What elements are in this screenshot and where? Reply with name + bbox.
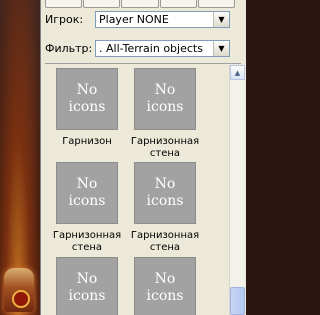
placeholder-text: No bbox=[154, 82, 176, 98]
object-thumbnail: No icons bbox=[56, 257, 118, 315]
divider bbox=[45, 63, 241, 64]
object-thumbnail: No icons bbox=[56, 68, 118, 130]
character-sprite bbox=[4, 268, 34, 312]
object-caption: Гарнизон bbox=[62, 136, 112, 147]
player-select[interactable]: Player NONE ▼ bbox=[95, 10, 230, 28]
tab-strip bbox=[45, 0, 236, 8]
object-caption: Гарнизонная стена bbox=[130, 230, 200, 253]
tab[interactable] bbox=[121, 0, 159, 8]
tab[interactable] bbox=[45, 0, 83, 8]
player-row: Игрок: Player NONE ▼ bbox=[45, 9, 230, 29]
tab[interactable] bbox=[159, 0, 197, 8]
vertical-scrollbar[interactable]: ▲ bbox=[229, 65, 245, 315]
object-palette-panel: Игрок: Player NONE ▼ Фильтр: . All-Terra… bbox=[40, 0, 246, 315]
object-tile[interactable]: No icons Гарнизонная стена bbox=[130, 68, 200, 160]
filter-select-value: . All-Terrain objects bbox=[99, 41, 203, 55]
object-tile[interactable]: No icons bbox=[52, 257, 122, 315]
placeholder-text: icons bbox=[146, 288, 184, 304]
object-tile[interactable]: No icons Гарнизон bbox=[52, 68, 122, 148]
placeholder-text: icons bbox=[68, 288, 106, 304]
filter-label: Фильтр: bbox=[45, 41, 93, 55]
placeholder-text: No bbox=[154, 271, 176, 287]
tab[interactable] bbox=[197, 0, 236, 8]
chevron-down-icon[interactable]: ▼ bbox=[213, 11, 229, 27]
filter-row: Фильтр: . All-Terrain objects ▼ bbox=[45, 38, 230, 58]
object-grid: No icons Гарнизон No icons Гарнизонная с… bbox=[41, 65, 226, 315]
object-caption: Гарнизонная стена bbox=[52, 230, 122, 253]
player-select-value: Player NONE bbox=[99, 12, 169, 26]
placeholder-text: icons bbox=[68, 99, 106, 115]
tab[interactable] bbox=[83, 0, 121, 8]
object-tile[interactable]: No icons bbox=[130, 257, 200, 315]
placeholder-text: No bbox=[76, 82, 98, 98]
object-thumbnail: No icons bbox=[134, 162, 196, 224]
object-caption: Гарнизонная стена bbox=[130, 136, 200, 159]
placeholder-text: icons bbox=[146, 193, 184, 209]
game-viewport[interactable] bbox=[0, 0, 40, 315]
placeholder-text: icons bbox=[68, 193, 106, 209]
filter-select[interactable]: . All-Terrain objects ▼ bbox=[95, 39, 230, 57]
object-tile[interactable]: No icons Гарнизонная стена bbox=[52, 162, 122, 254]
scrollbar-thumb[interactable] bbox=[230, 287, 245, 315]
object-thumbnail: No icons bbox=[56, 162, 118, 224]
placeholder-text: No bbox=[154, 176, 176, 192]
placeholder-text: No bbox=[76, 271, 98, 287]
scroll-up-arrow-icon[interactable]: ▲ bbox=[230, 65, 245, 80]
placeholder-text: No bbox=[76, 176, 98, 192]
player-label: Игрок: bbox=[45, 12, 84, 26]
object-thumbnail: No icons bbox=[134, 257, 196, 315]
object-thumbnail: No icons bbox=[134, 68, 196, 130]
placeholder-text: icons bbox=[146, 99, 184, 115]
chevron-down-icon[interactable]: ▼ bbox=[213, 40, 229, 56]
object-tile[interactable]: No icons Гарнизонная стена bbox=[130, 162, 200, 254]
